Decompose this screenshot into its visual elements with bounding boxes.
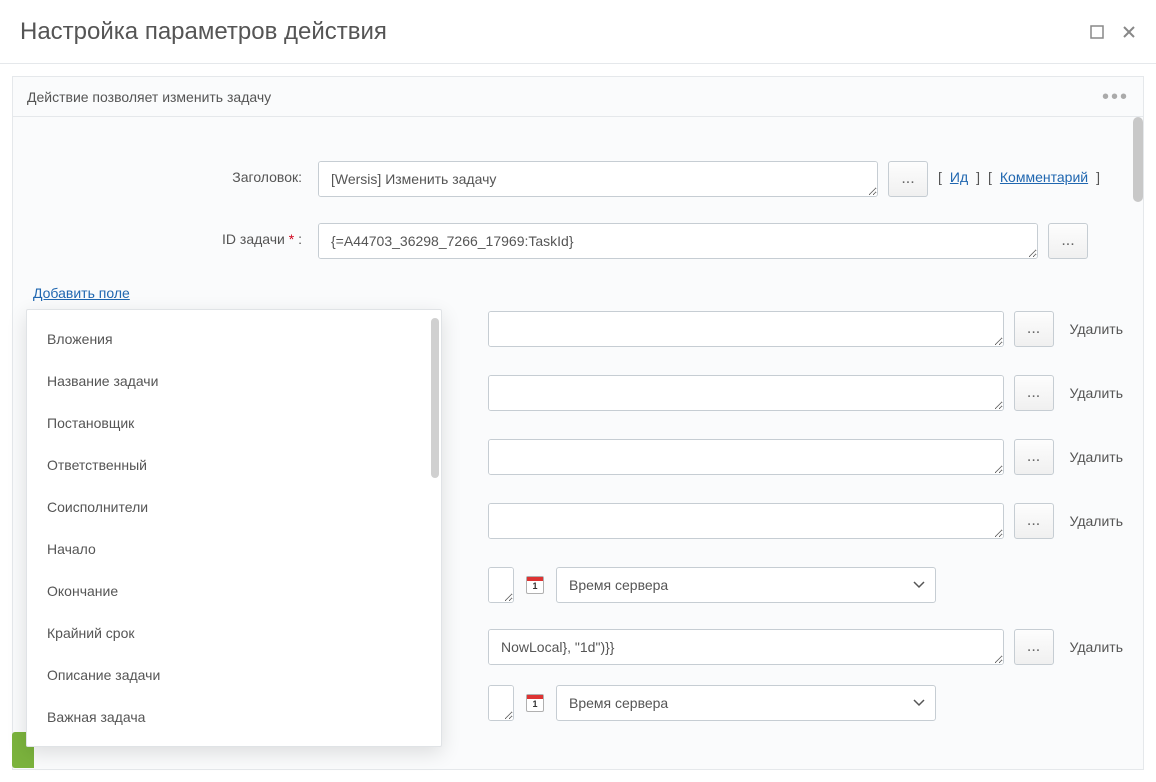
dropdown-item[interactable]: Важная задача	[27, 696, 441, 738]
title-picker-button[interactable]: ...	[888, 161, 928, 197]
window-controls	[1090, 25, 1136, 39]
add-field-row: Добавить поле	[33, 285, 1123, 301]
field-input[interactable]	[488, 503, 1004, 539]
dropdown-item[interactable]: Ответственный	[27, 444, 441, 486]
comment-link[interactable]: Комментарий	[1000, 169, 1088, 185]
dropdown-item[interactable]: Описание задачи	[27, 654, 441, 696]
task-id-picker-button[interactable]: ...	[1048, 223, 1088, 259]
panel-menu-icon[interactable]: •••	[1102, 87, 1129, 107]
field-input[interactable]	[488, 311, 1004, 347]
field-picker-button[interactable]: ...	[1014, 311, 1054, 347]
title-links: [Ид] [Комментарий]	[938, 161, 1100, 185]
title-input[interactable]: [Wersis] Изменить задачу	[318, 161, 878, 197]
maximize-icon[interactable]	[1090, 25, 1104, 39]
dialog-title: Настройка параметров действия	[20, 18, 1090, 46]
delete-link[interactable]: Удалить	[1070, 321, 1123, 337]
task-id-input[interactable]: {=A44703_36298_7266_17969:TaskId}	[318, 223, 1038, 259]
timezone-select[interactable]: Время сервера	[556, 685, 936, 721]
delete-link[interactable]: Удалить	[1070, 513, 1123, 529]
content-area: Действие позволяет изменить задачу ••• З…	[0, 64, 1156, 782]
row-title: Заголовок: [Wersis] Изменить задачу ... …	[33, 161, 1123, 197]
add-field-link[interactable]: Добавить поле	[33, 285, 130, 301]
row-task-id: ID задачи * : {=A44703_36298_7266_17969:…	[33, 223, 1123, 259]
date-small-input[interactable]	[488, 685, 514, 721]
field-picker-button[interactable]: ...	[1014, 503, 1054, 539]
panel-header: Действие позволяет изменить задачу •••	[13, 77, 1143, 117]
dropdown-item[interactable]: Окончание	[27, 570, 441, 612]
field-input[interactable]: NowLocal}, "1d")}}	[488, 629, 1004, 665]
panel-header-text: Действие позволяет изменить задачу	[27, 89, 1102, 105]
close-icon[interactable]	[1122, 25, 1136, 39]
delete-link[interactable]: Удалить	[1070, 639, 1123, 655]
task-id-label: ID задачи * :	[33, 223, 318, 247]
calendar-icon[interactable]	[526, 576, 544, 594]
dropdown-item[interactable]: Соисполнители	[27, 486, 441, 528]
field-input[interactable]	[488, 375, 1004, 411]
dropdown-item[interactable]: Название задачи	[27, 360, 441, 402]
calendar-icon[interactable]	[526, 694, 544, 712]
dropdown-item[interactable]: Начало	[27, 528, 441, 570]
dialog-window: Настройка параметров действия Действие п…	[0, 0, 1156, 782]
dropdown-scrollbar[interactable]	[431, 318, 439, 478]
add-field-dropdown: Вложения Название задачи Постановщик Отв…	[26, 309, 442, 747]
delete-link[interactable]: Удалить	[1070, 449, 1123, 465]
id-link[interactable]: Ид	[950, 169, 968, 185]
titlebar: Настройка параметров действия	[0, 0, 1156, 64]
date-small-input[interactable]	[488, 567, 514, 603]
dropdown-item[interactable]: Вложения	[27, 318, 441, 360]
timezone-select[interactable]: Время сервера	[556, 567, 936, 603]
delete-link[interactable]: Удалить	[1070, 385, 1123, 401]
field-input[interactable]	[488, 439, 1004, 475]
field-picker-button[interactable]: ...	[1014, 439, 1054, 475]
dropdown-item[interactable]: Крайний срок	[27, 612, 441, 654]
title-label: Заголовок:	[33, 161, 318, 185]
field-picker-button[interactable]: ...	[1014, 375, 1054, 411]
field-picker-button[interactable]: ...	[1014, 629, 1054, 665]
dropdown-item[interactable]: Постановщик	[27, 402, 441, 444]
